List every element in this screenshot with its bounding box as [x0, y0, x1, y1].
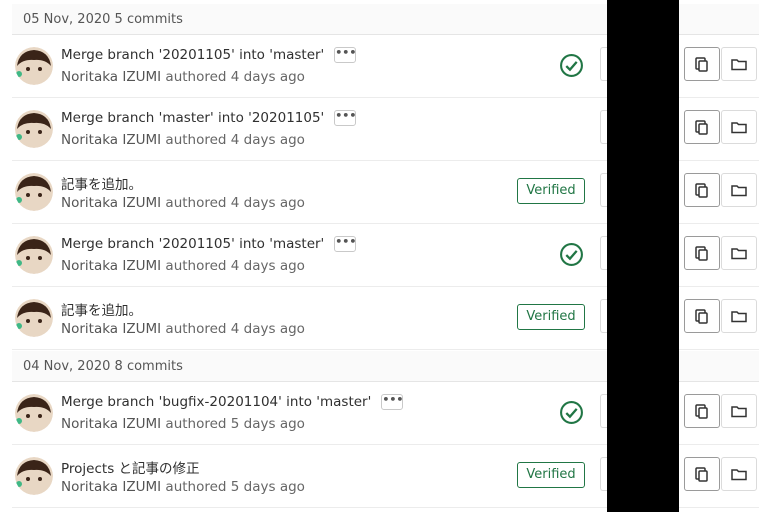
browse-files-button[interactable] [721, 110, 757, 144]
folder-icon [731, 185, 747, 197]
commit-meta: Noritaka IZUMI authored 4 days ago [61, 321, 305, 337]
clipboard-icon [695, 246, 708, 261]
commit-time: 4 days ago [230, 195, 305, 211]
clipboard-icon [695, 467, 708, 482]
commit-author[interactable]: Noritaka IZUMI [61, 132, 161, 148]
check-circle-icon[interactable] [559, 53, 584, 78]
clipboard-icon [695, 404, 708, 419]
toggle-description-button[interactable]: ••• [334, 47, 356, 63]
copy-sha-button[interactable] [684, 236, 720, 270]
commit-title-line: Merge branch 'bugfix-20201104' into 'mas… [61, 394, 403, 410]
copy-sha-button[interactable] [684, 394, 720, 428]
commit-verb: authored [165, 258, 227, 274]
browse-files-button[interactable] [721, 394, 757, 428]
clipboard-icon [695, 120, 708, 135]
folder-icon [731, 248, 747, 260]
author-avatar[interactable] [15, 110, 53, 148]
toggle-description-button[interactable]: ••• [334, 236, 356, 252]
commit-title[interactable]: Merge branch 'bugfix-20201104' into 'mas… [61, 394, 371, 410]
commit-author[interactable]: Noritaka IZUMI [61, 416, 161, 432]
check-circle-icon[interactable] [559, 400, 584, 425]
browse-files-button[interactable] [721, 173, 757, 207]
commit-meta: Noritaka IZUMI authored 4 days ago [61, 258, 305, 274]
copy-sha-button[interactable] [684, 47, 720, 81]
folder-icon [731, 59, 747, 71]
redaction-mask [607, 0, 679, 512]
browse-files-button[interactable] [721, 47, 757, 81]
commit-title[interactable]: Merge branch '20201105' into 'master' [61, 47, 324, 63]
copy-sha-button[interactable] [684, 299, 720, 333]
verified-badge[interactable]: Verified [517, 178, 585, 204]
day-commit-count: 8 commits [114, 359, 183, 374]
clipboard-icon [695, 183, 708, 198]
commit-author[interactable]: Noritaka IZUMI [61, 195, 161, 211]
author-avatar[interactable] [15, 236, 53, 274]
toggle-description-button[interactable]: ••• [381, 394, 403, 410]
toggle-description-button[interactable]: ••• [334, 110, 356, 126]
author-avatar[interactable] [15, 173, 53, 211]
commit-meta: Noritaka IZUMI authored 5 days ago [61, 416, 305, 432]
browse-files-button[interactable] [721, 299, 757, 333]
commit-time: 4 days ago [230, 321, 305, 337]
commit-time: 4 days ago [230, 132, 305, 148]
commit-verb: authored [165, 479, 227, 495]
folder-icon [731, 406, 747, 418]
commit-meta: Noritaka IZUMI authored 5 days ago [61, 479, 305, 495]
author-avatar[interactable] [15, 394, 53, 432]
commit-title-line: 記事を追加。 [61, 299, 142, 319]
commit-title[interactable]: Projects と記事の修正 [61, 457, 200, 477]
author-avatar[interactable] [15, 457, 53, 495]
commit-author[interactable]: Noritaka IZUMI [61, 69, 161, 85]
copy-sha-button[interactable] [684, 457, 720, 491]
commit-title[interactable]: Merge branch 'master' into '20201105' [61, 110, 324, 126]
commit-author[interactable]: Noritaka IZUMI [61, 258, 161, 274]
commit-author[interactable]: Noritaka IZUMI [61, 321, 161, 337]
commit-verb: authored [165, 195, 227, 211]
commit-meta: Noritaka IZUMI authored 4 days ago [61, 69, 305, 85]
commit-time: 4 days ago [230, 258, 305, 274]
commit-verb: authored [165, 69, 227, 85]
folder-icon [731, 311, 747, 323]
verified-badge[interactable]: Verified [517, 304, 585, 330]
commit-verb: authored [165, 416, 227, 432]
commit-time: 5 days ago [230, 479, 305, 495]
folder-icon [731, 122, 747, 134]
copy-sha-button[interactable] [684, 110, 720, 144]
author-avatar[interactable] [15, 47, 53, 85]
commit-title[interactable]: Merge branch '20201105' into 'master' [61, 236, 324, 252]
author-avatar[interactable] [15, 299, 53, 337]
folder-icon [731, 469, 747, 481]
commit-meta: Noritaka IZUMI authored 4 days ago [61, 195, 305, 211]
check-circle-icon[interactable] [559, 242, 584, 267]
commit-title[interactable]: 記事を追加。 [61, 299, 142, 319]
copy-sha-button[interactable] [684, 173, 720, 207]
commit-title-line: Merge branch 'master' into '20201105' ••… [61, 110, 356, 126]
commit-time: 4 days ago [230, 69, 305, 85]
day-date: 04 Nov, 2020 [23, 359, 111, 374]
commit-title-line: Projects と記事の修正 [61, 457, 200, 477]
browse-files-button[interactable] [721, 457, 757, 491]
commit-verb: authored [165, 132, 227, 148]
commit-time: 5 days ago [230, 416, 305, 432]
commit-title[interactable]: 記事を追加。 [61, 173, 142, 193]
commit-title-line: Merge branch '20201105' into 'master' ••… [61, 236, 356, 252]
verified-badge[interactable]: Verified [517, 462, 585, 488]
commit-verb: authored [165, 321, 227, 337]
commit-title-line: 記事を追加。 [61, 173, 142, 193]
commit-author[interactable]: Noritaka IZUMI [61, 479, 161, 495]
commit-meta: Noritaka IZUMI authored 4 days ago [61, 132, 305, 148]
browse-files-button[interactable] [721, 236, 757, 270]
clipboard-icon [695, 57, 708, 72]
commit-title-line: Merge branch '20201105' into 'master' ••… [61, 47, 356, 63]
day-date: 05 Nov, 2020 [23, 12, 111, 27]
clipboard-icon [695, 309, 708, 324]
day-commit-count: 5 commits [114, 12, 183, 27]
